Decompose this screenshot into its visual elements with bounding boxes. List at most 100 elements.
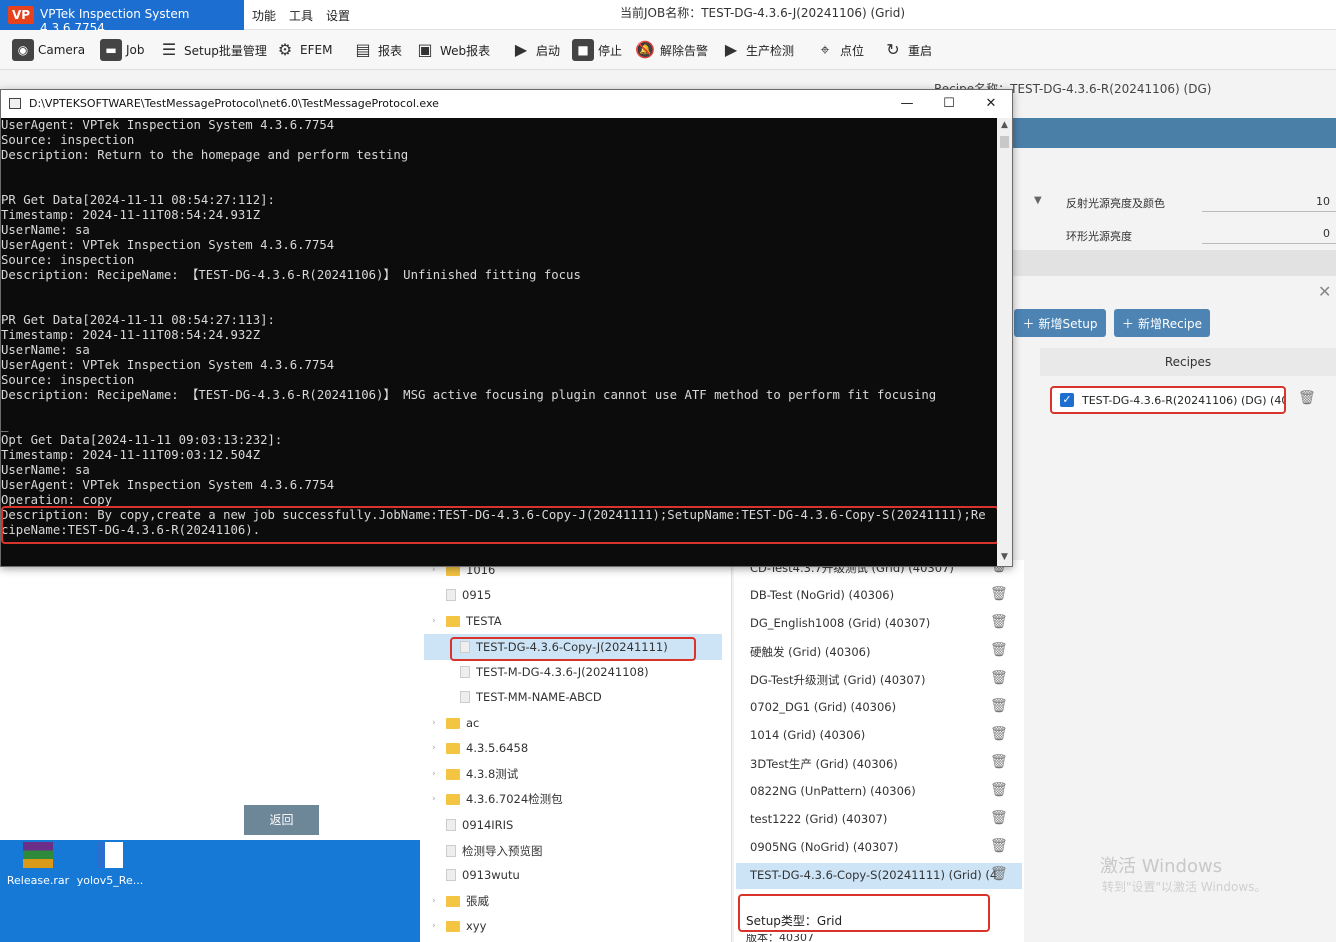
tree-item-label: 4.3.8测试 (466, 767, 519, 781)
point-button[interactable]: ⌖ 点位 (814, 38, 864, 62)
chevron-right-icon[interactable]: › (432, 896, 440, 906)
tree-item[interactable]: 0914IRIS (432, 818, 513, 832)
tree-item[interactable]: 检测导入预览图 (432, 843, 543, 859)
trash-icon[interactable]: 🗑 (990, 810, 1008, 826)
setup-list-item[interactable]: 3DTest生产 (Grid) (40306) (750, 756, 898, 772)
console-app-icon (9, 98, 21, 109)
tree-item[interactable]: 0915 (432, 588, 491, 602)
tree-item[interactable]: › ac (432, 716, 479, 730)
menu-function[interactable]: 功能 (252, 7, 276, 24)
tree-item[interactable]: › 4.3.5.6458 (432, 741, 528, 755)
trash-icon[interactable]: 🗑 (990, 726, 1008, 742)
scroll-thumb[interactable] (1000, 136, 1009, 148)
scroll-down-icon[interactable]: ▼ (997, 552, 1012, 562)
trash-icon[interactable]: 🗑 (990, 698, 1008, 714)
tree-item[interactable]: TEST-DG-4.3.6-Copy-J(20241111) (446, 640, 668, 654)
trash-icon[interactable]: 🗑 (990, 614, 1008, 630)
setup-list-item[interactable]: 0702_DG1 (Grid) (40306) (750, 700, 896, 714)
file-icon (460, 691, 470, 703)
setup-list-item[interactable]: DB-Test (NoGrid) (40306) (750, 588, 894, 602)
tree-item[interactable]: › 4.3.8测试 (432, 766, 518, 782)
tree-item[interactable]: › xyy (432, 919, 486, 933)
console-output[interactable]: UserAgent: VPTek Inspection System 4.3.6… (1, 118, 997, 566)
report-button[interactable]: ▤ 报表 (352, 38, 402, 62)
desktop-icon-release[interactable]: Release.rar (6, 842, 70, 887)
trash-icon[interactable]: 🗑 (990, 670, 1008, 686)
chevron-right-icon[interactable]: › (432, 769, 440, 779)
add-recipe-button[interactable]: ＋ 新增Recipe (1114, 309, 1210, 337)
setup-list-item[interactable]: 硬触发 (Grid) (40306) (750, 644, 870, 660)
web-report-button[interactable]: ▣ Web报表 (414, 38, 490, 62)
minimize-icon[interactable]: — (887, 93, 927, 115)
console-scrollbar[interactable]: ▲ ▼ (997, 118, 1012, 566)
desktop-icon-yolov5[interactable]: yolov5_Re... (74, 842, 146, 887)
restart-button[interactable]: ↻ 重启 (882, 38, 932, 62)
file-icon (446, 589, 456, 601)
settings-header-band (1012, 118, 1336, 148)
tree-item-label: 检测导入预览图 (462, 844, 543, 858)
trash-icon[interactable]: 🗑 (990, 782, 1008, 798)
maximize-icon[interactable]: ☐ (929, 93, 969, 115)
setup-list-item[interactable]: DG_English1008 (Grid) (40307) (750, 616, 930, 630)
tree-item[interactable]: › TESTA (432, 614, 502, 628)
setup-batch-button[interactable]: ☰ Setup批量管理 (158, 38, 267, 62)
close-icon[interactable]: ✕ (1318, 282, 1331, 301)
trash-icon[interactable]: 🗑 (990, 642, 1008, 658)
camera-button[interactable]: ◉ Camera (12, 38, 85, 62)
chevron-right-icon[interactable]: › (432, 718, 440, 728)
chevron-right-icon[interactable]: › (432, 616, 440, 626)
trash-icon[interactable]: 🗑 (990, 866, 1008, 882)
chevron-right-icon[interactable]: › (432, 921, 440, 931)
tree-item[interactable]: 0913wutu (432, 868, 520, 882)
archive-icon (23, 842, 53, 868)
setup-list-item[interactable]: 0905NG (NoGrid) (40307) (750, 840, 898, 854)
close-icon[interactable]: ✕ (971, 93, 1011, 115)
console-text: UserAgent: VPTek Inspection System 4.3.6… (1, 118, 986, 537)
setup-list-item[interactable]: 1014 (Grid) (40306) (750, 728, 865, 742)
chevron-right-icon[interactable]: › (432, 794, 440, 804)
file-icon (460, 666, 470, 678)
trash-icon[interactable]: 🗑 (990, 838, 1008, 854)
start-button[interactable]: ▶ 启动 (510, 38, 560, 62)
job-label: Job (126, 43, 145, 57)
job-button[interactable]: ▬ Job (100, 38, 145, 62)
restart-label: 重启 (908, 43, 933, 58)
folder-icon (446, 768, 460, 780)
stop-button[interactable]: ■ 停止 (572, 38, 622, 62)
efem-button[interactable]: ⚙ EFEM (274, 38, 333, 62)
setup-list-item[interactable]: DG-Test升级测试 (Grid) (40307) (750, 672, 925, 688)
folder-icon (446, 717, 460, 729)
tree-item-label: ac (466, 716, 480, 730)
app-brand: VP VPTek Inspection System 4.3.6.7754 (0, 0, 244, 35)
chevron-right-icon[interactable]: › (432, 743, 440, 753)
setup-list-item[interactable]: TEST-DG-4.3.6-Copy-S(20241111) (Grid) (4 (750, 868, 997, 882)
tree-item[interactable]: › 張威 (432, 893, 489, 909)
trash-icon[interactable]: 🗑 (990, 754, 1008, 770)
trash-icon[interactable]: 🗑 (1298, 390, 1316, 406)
menu-tools[interactable]: 工具 (289, 7, 313, 24)
checkbox-checked-icon[interactable]: ✓ (1060, 393, 1074, 407)
add-setup-button[interactable]: ＋ 新增Setup (1014, 309, 1106, 337)
checklist-icon: ☰ (161, 40, 177, 59)
report-icon: ▤ (355, 40, 371, 59)
tree-item[interactable]: TEST-MM-NAME-ABCD (446, 690, 602, 704)
main-toolbar: ◉ Camera ▬ Job ☰ Setup批量管理 ⚙ EFEM ▤ 报表 ▣… (0, 30, 1336, 70)
back-button[interactable]: 返回 (244, 805, 319, 835)
ring-light-input[interactable]: 0 (1202, 224, 1336, 244)
plus-icon: ＋ (1022, 316, 1035, 331)
setup-list-item[interactable]: test1222 (Grid) (40307) (750, 812, 887, 826)
recipes-header: Recipes (1040, 348, 1336, 376)
web-report-label: Web报表 (440, 43, 491, 58)
dropdown-arrow-icon[interactable]: ▼ (1034, 195, 1042, 206)
camera-label: Camera (38, 43, 86, 57)
recipe-list-item[interactable]: ✓ TEST-DG-4.3.6-R(20241106) (DG) (40: (1050, 386, 1286, 414)
production-check-button[interactable]: ▶ 生产检测 (720, 38, 794, 62)
setup-list-item[interactable]: 0822NG (UnPattern) (40306) (750, 784, 916, 798)
tree-item[interactable]: TEST-M-DG-4.3.6-J(20241108) (446, 665, 649, 679)
reflect-light-input[interactable]: 10 (1202, 192, 1336, 212)
menu-settings[interactable]: 设置 (326, 7, 350, 24)
release-alarm-button[interactable]: 🔕 解除告警 (634, 38, 708, 62)
tree-item[interactable]: › 4.3.6.7024检测包 (432, 791, 563, 807)
trash-icon[interactable]: 🗑 (990, 586, 1008, 602)
scroll-up-icon[interactable]: ▲ (997, 120, 1012, 130)
